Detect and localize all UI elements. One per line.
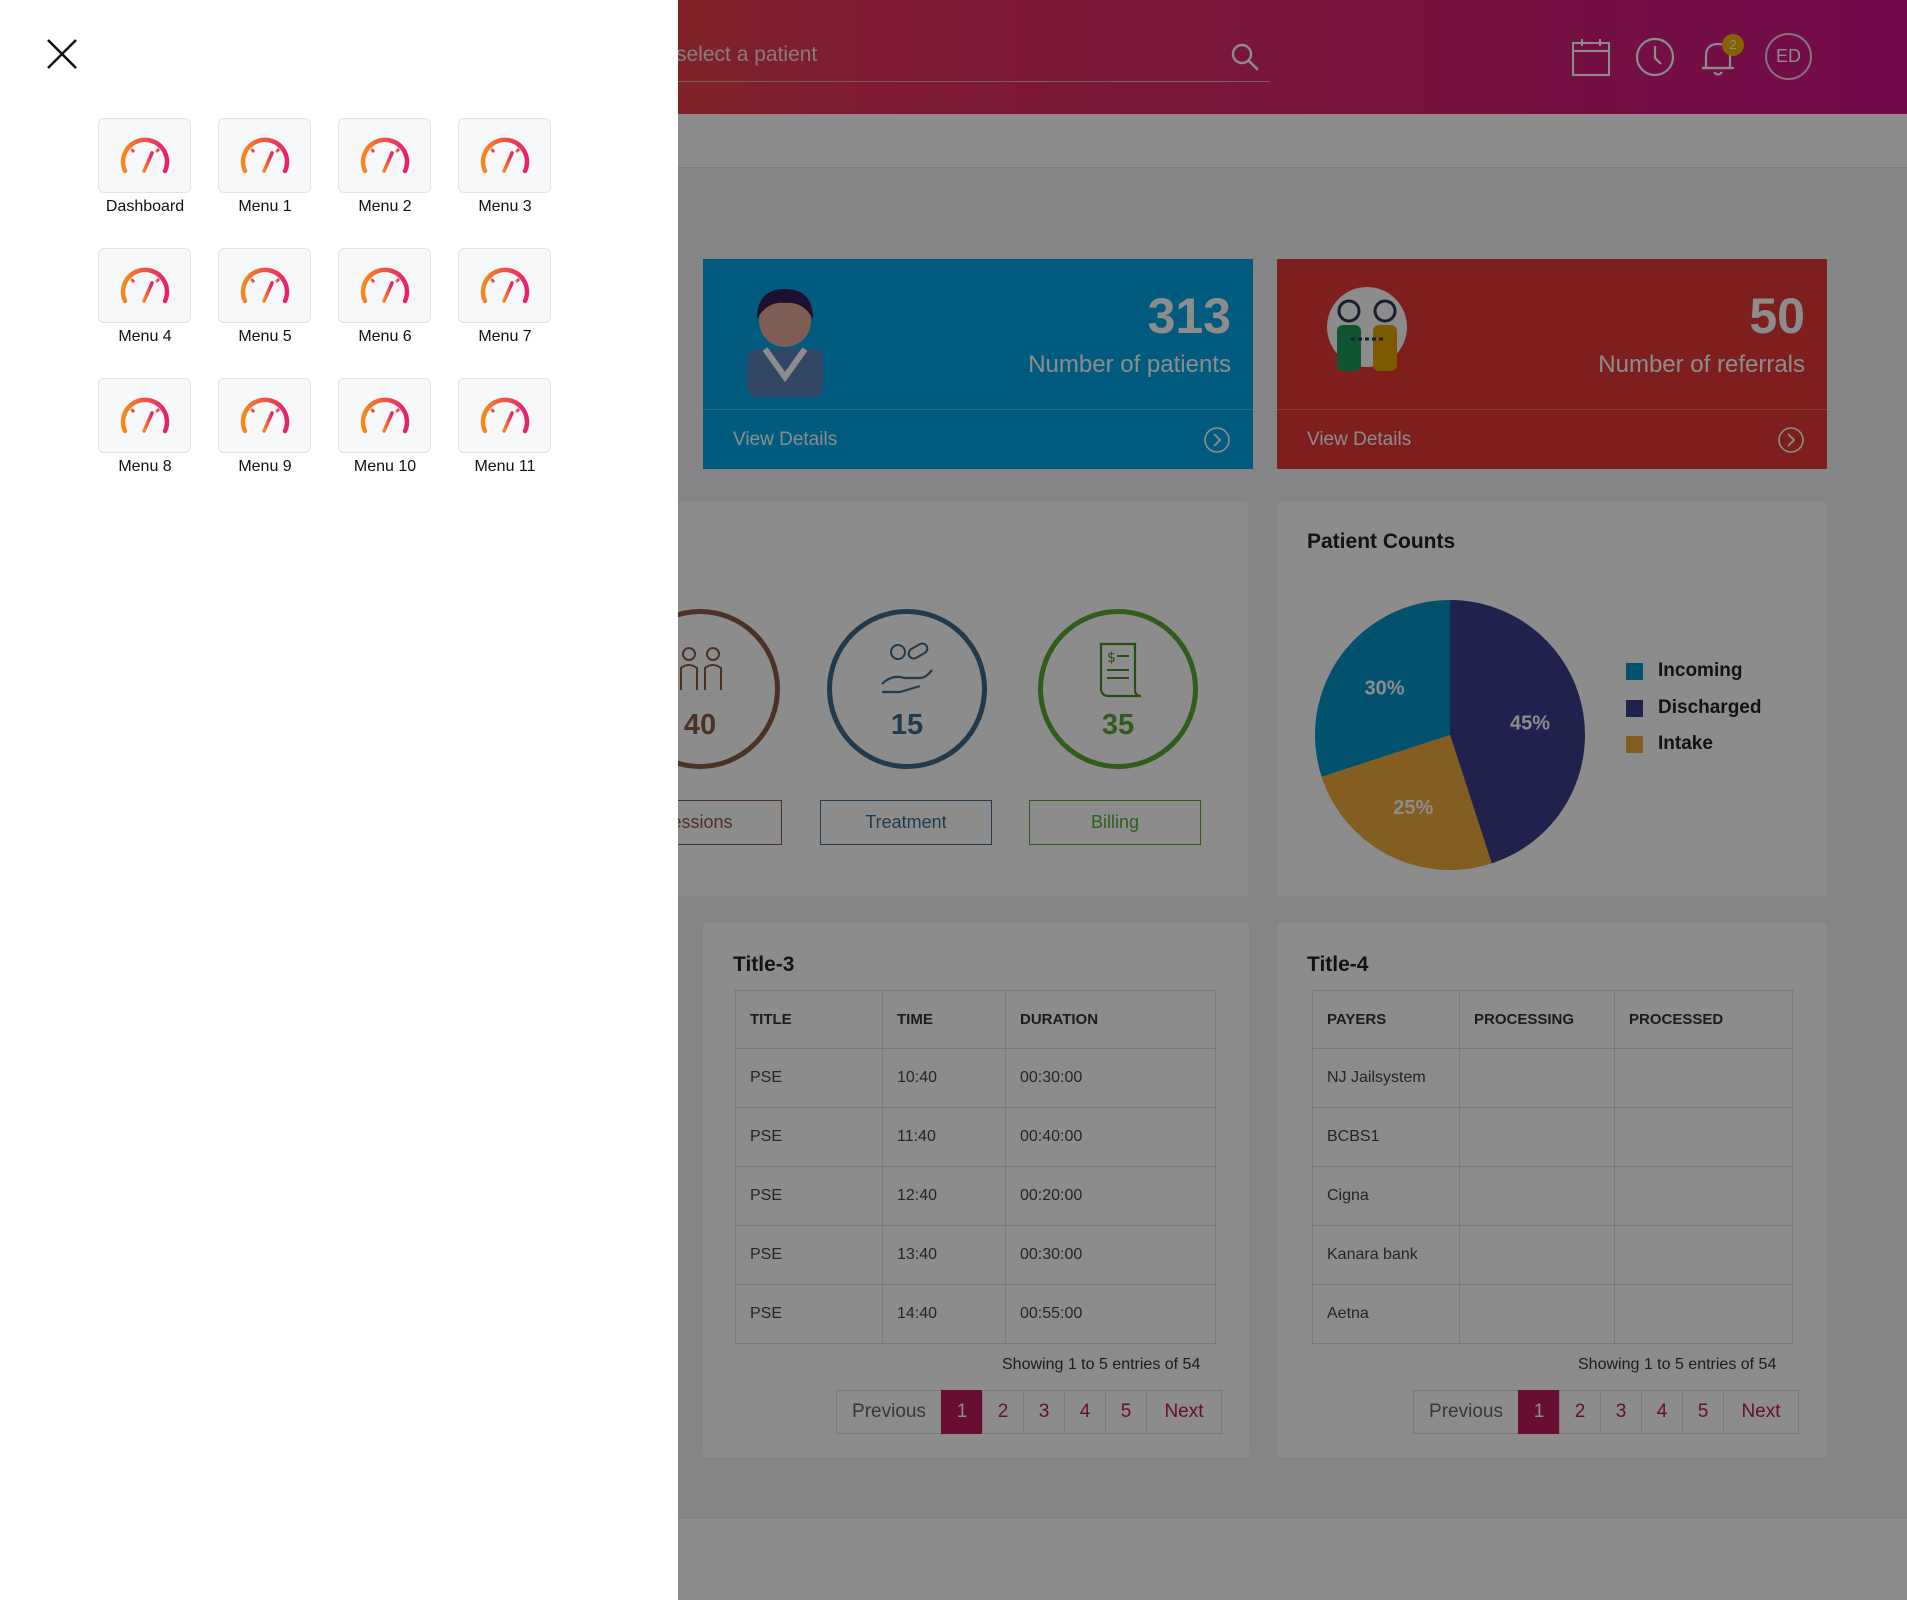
dashboard-gauge-icon[interactable] — [338, 378, 431, 453]
menu-item-label: Menu 6 — [358, 328, 412, 345]
menu-item-label: Menu 7 — [478, 328, 532, 345]
dashboard-gauge-icon[interactable] — [338, 248, 431, 323]
menu-item[interactable]: Menu 9 — [205, 378, 315, 498]
menu-item-label: Menu 3 — [478, 198, 532, 215]
dashboard-gauge-icon[interactable] — [98, 248, 191, 323]
menu-item-label: Menu 1 — [238, 198, 292, 215]
dashboard-gauge-icon[interactable] — [458, 118, 551, 193]
close-icon[interactable] — [44, 36, 80, 72]
app-menu-drawer: Dashboard Menu 1 Menu 2 Menu 3 Menu 4 Menu 5 M… — [0, 0, 678, 1600]
dashboard-gauge-icon[interactable] — [98, 378, 191, 453]
menu-item[interactable]: Menu 7 — [445, 248, 555, 368]
menu-item[interactable]: Menu 6 — [325, 248, 435, 368]
menu-item[interactable]: Menu 8 — [85, 378, 195, 498]
dashboard-gauge-icon[interactable] — [338, 118, 431, 193]
menu-item-label: Dashboard — [105, 198, 185, 215]
menu-item[interactable]: Dashboard — [85, 118, 195, 238]
dashboard-gauge-icon[interactable] — [218, 118, 311, 193]
dashboard-gauge-icon[interactable] — [218, 248, 311, 323]
menu-item[interactable]: Menu 1 — [205, 118, 315, 238]
menu-item[interactable]: Menu 10 — [325, 378, 435, 498]
menu-item-label: Menu 2 — [358, 198, 412, 215]
menu-item[interactable]: Menu 2 — [325, 118, 435, 238]
dashboard-gauge-icon[interactable] — [98, 118, 191, 193]
menu-item[interactable]: Menu 11 — [445, 378, 555, 498]
menu-item-label: Menu 10 — [353, 458, 417, 475]
menu-item-label: Menu 4 — [118, 328, 172, 345]
menu-item-label: Menu 9 — [238, 458, 292, 475]
menu-item[interactable]: Menu 4 — [85, 248, 195, 368]
dashboard-gauge-icon[interactable] — [218, 378, 311, 453]
menu-item-label: Menu 11 — [474, 458, 536, 475]
dashboard-gauge-icon[interactable] — [458, 378, 551, 453]
dashboard-gauge-icon[interactable] — [458, 248, 551, 323]
menu-item[interactable]: Menu 5 — [205, 248, 315, 368]
menu-item-label: Menu 5 — [238, 328, 292, 345]
menu-item[interactable]: Menu 3 — [445, 118, 555, 238]
menu-item-label: Menu 8 — [118, 458, 172, 475]
